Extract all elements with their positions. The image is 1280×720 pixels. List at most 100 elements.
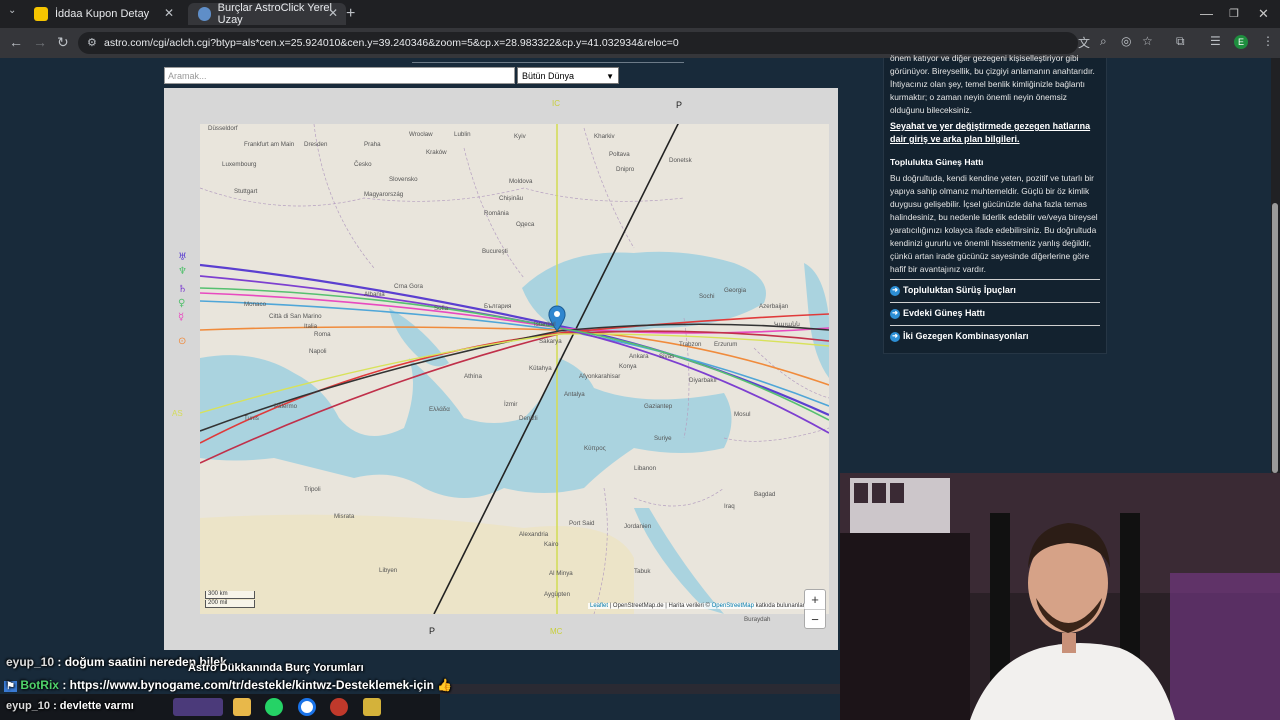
place-label: Libanon xyxy=(634,465,657,472)
app-icon[interactable] xyxy=(363,698,381,716)
site-info-icon[interactable]: ⚙ xyxy=(87,32,97,54)
back-icon[interactable]: ← xyxy=(9,34,23,50)
scale-mi: 200 mil xyxy=(205,600,255,608)
place-label: Düsseldorf xyxy=(208,125,238,132)
place-label: Magyarország xyxy=(364,191,404,198)
place-label: İstanbul xyxy=(534,321,556,328)
chat-text: : https://www.bynogame.com/tr/destekle/k… xyxy=(58,678,453,692)
zoom-out-button[interactable]: − xyxy=(805,610,825,629)
venus-icon: ♀ xyxy=(178,298,185,309)
translate-icon[interactable]: 文 xyxy=(1078,34,1090,51)
attribution-text: | OpenStreetMap.de | Harita verileri © xyxy=(608,603,712,609)
extensions-icon[interactable]: ⧉ xyxy=(1176,34,1185,49)
leaflet-link[interactable]: Leaflet xyxy=(590,603,608,609)
minimize-button[interactable]: — xyxy=(1200,6,1213,21)
close-window-button[interactable]: ✕ xyxy=(1258,6,1269,22)
chat-user: eyup_10 xyxy=(6,655,55,669)
accordion-label: İki Gezegen Kombinasyonları xyxy=(903,331,1029,341)
map-frame[interactable]: IC MC P P AS AS ♅ ♆ ♄ ♀ ☿ ⊙ ♂ ♄ ☊ ⊙ ♃ xyxy=(164,88,838,650)
map-attribution: Leaflet | OpenStreetMap.de | Harita veri… xyxy=(588,603,807,609)
tab-iddaa[interactable]: İddaa Kupon Detay ✕ xyxy=(24,3,182,25)
tab-close-icon[interactable]: ✕ xyxy=(164,6,174,20)
place-label: Iraq xyxy=(724,503,735,510)
place-label: Kraków xyxy=(426,149,447,156)
place-label: Sofia xyxy=(434,305,449,312)
place-label: Diyarbakır xyxy=(689,377,717,384)
chat-user: BotRix xyxy=(20,678,59,692)
place-label: Azerbaijan xyxy=(759,303,789,310)
restore-button[interactable]: ❐ xyxy=(1229,7,1239,20)
accordion-driving-tips[interactable]: ➜ Topluluktan Sürüş İpuçları xyxy=(890,279,1100,296)
place-label: Antalya xyxy=(564,391,585,398)
folder-icon[interactable] xyxy=(233,698,251,716)
place-label: Dresden xyxy=(304,141,328,148)
place-label: Misrata xyxy=(334,513,355,520)
zoom-icon[interactable]: ⌕ xyxy=(1100,34,1107,49)
tab-astroclick[interactable]: Burçlar AstroClick Yerel Uzay ✕ xyxy=(188,2,346,26)
accordion-two-planet[interactable]: ➜ İki Gezegen Kombinasyonları xyxy=(890,325,1100,342)
place-label: România xyxy=(484,210,509,217)
forward-icon[interactable]: → xyxy=(33,34,47,50)
bookmark-star-icon[interactable]: ☆ xyxy=(1142,34,1153,48)
taskbar-thumbnail[interactable] xyxy=(173,698,223,716)
zoom-control: + − xyxy=(804,589,826,629)
new-tab-button[interactable]: + xyxy=(346,5,355,23)
place-label: Georgia xyxy=(724,287,747,294)
chat-text: : devlette varmı xyxy=(50,700,134,712)
eye-off-icon[interactable]: ◎ xyxy=(1121,34,1131,48)
as-label-left: AS xyxy=(172,409,183,418)
iddaa-favicon-icon xyxy=(34,7,48,21)
place-label: Bucureşti xyxy=(482,248,508,255)
place-label: Alexandria xyxy=(519,531,549,538)
place-label: Bagdad xyxy=(754,491,776,498)
astro-map[interactable]: IC MC P P AS AS ♅ ♆ ♄ ♀ ☿ ⊙ ♂ ♄ ☊ ⊙ ♃ xyxy=(164,88,838,650)
chat-message-3: eyup_10 : devlette varmı xyxy=(6,700,134,712)
zoom-in-button[interactable]: + xyxy=(805,590,825,610)
place-label: Wrocław xyxy=(409,131,433,138)
place-label: Česko xyxy=(354,161,372,168)
osm-link[interactable]: OpenStreetMap xyxy=(712,603,754,609)
chrome-icon[interactable] xyxy=(298,698,316,716)
neptune-icon: ♆ xyxy=(178,266,187,277)
profile-avatar[interactable]: E xyxy=(1234,35,1248,49)
tab-search-icon[interactable]: ⌄ xyxy=(8,5,16,16)
stream-title: Astro Dükkanında Burç Yorumları xyxy=(188,662,364,674)
uranus-icon: ♅ xyxy=(178,252,187,263)
accordion-label: Topluluktan Sürüş İpuçları xyxy=(903,285,1016,295)
place-label: Gaziantep xyxy=(644,403,673,410)
mc-label: MC xyxy=(550,627,563,636)
place-label: Lublin xyxy=(454,131,471,138)
intro-text: önem katıyor ve diğer gezegeni kişiselle… xyxy=(890,53,1095,115)
place-label: Одеса xyxy=(516,221,535,228)
region-select[interactable]: Bütün Dünya ▼ xyxy=(517,67,619,84)
accordion-home-sun-line[interactable]: ➜ Evdeki Güneş Hattı xyxy=(890,302,1100,319)
page-scrollbar-thumb[interactable] xyxy=(1272,203,1278,473)
arrow-circle-icon: ➜ xyxy=(890,308,900,319)
place-label: Aygüpten xyxy=(544,591,571,598)
address-bar[interactable]: ⚙ astro.com/cgi/aclch.cgi?btyp=als*cen.x… xyxy=(78,32,1078,54)
p-label-top: P xyxy=(676,100,682,110)
whatsapp-icon[interactable] xyxy=(265,698,283,716)
menu-icon[interactable]: ⋮ xyxy=(1262,34,1274,48)
place-label: Napoli xyxy=(309,348,327,355)
tab-title: İddaa Kupon Detay xyxy=(55,8,150,20)
tab-bar: ⌄ İddaa Kupon Detay ✕ Burçlar AstroClick… xyxy=(0,0,1280,28)
place-label: Sochi xyxy=(699,293,714,300)
accordion-label: Evdeki Güneş Hattı xyxy=(903,308,986,318)
place-label: Dnipro xyxy=(616,166,635,173)
map-search-input[interactable]: Aramak... xyxy=(164,67,515,84)
reading-list-icon[interactable]: ☰ xyxy=(1210,34,1221,48)
webcam-overlay xyxy=(840,473,1280,720)
tab-close-icon[interactable]: ✕ xyxy=(328,6,338,20)
reload-icon[interactable]: ↻ xyxy=(57,34,69,51)
recording-app-icon[interactable] xyxy=(330,698,348,716)
info-link[interactable]: Seyahat ve yer değiştirmede gezegen hatl… xyxy=(890,120,1102,146)
section-text: Bu doğrultuda, kendi kendine yeten, pozi… xyxy=(890,173,1098,274)
place-label: България xyxy=(484,303,511,310)
place-label: Slovensko xyxy=(389,176,418,183)
place-label: Denizli xyxy=(519,415,538,422)
arrow-circle-icon: ➜ xyxy=(890,285,900,296)
mercury-icon: ☿ xyxy=(178,312,184,323)
place-label: Afyonkarahisar xyxy=(579,373,620,380)
chevron-down-icon: ▼ xyxy=(606,72,614,81)
